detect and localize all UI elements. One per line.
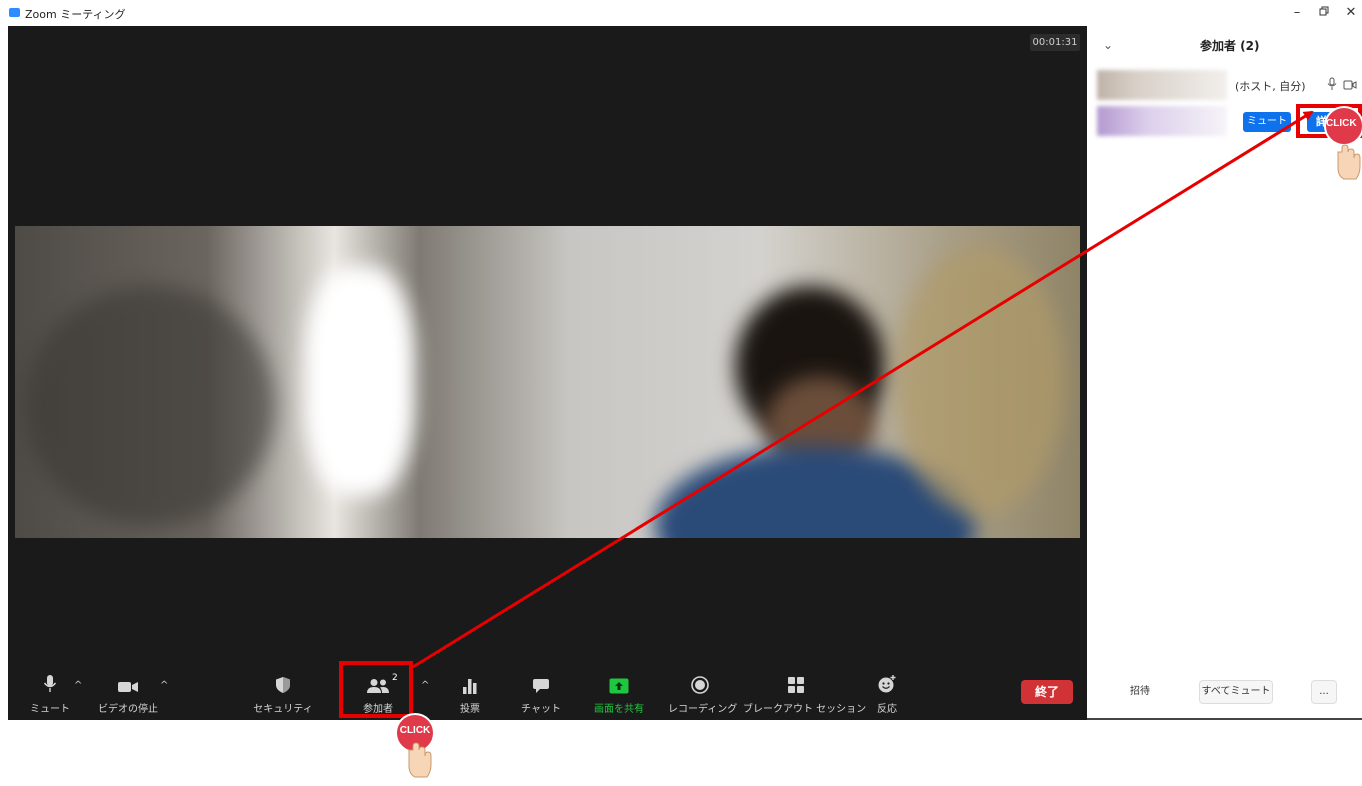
close-button[interactable]: ✕ xyxy=(1336,4,1362,22)
video-feed xyxy=(15,226,1080,538)
meeting-timer: 00:01:31 xyxy=(1030,34,1080,51)
reactions-button[interactable]: 反応 xyxy=(870,670,904,720)
title-bar: Zoom ミーティング – ✕ xyxy=(0,0,1362,26)
restore-button[interactable] xyxy=(1309,4,1339,22)
more-options-button[interactable]: ... xyxy=(1311,680,1337,704)
stop-video-button[interactable]: ビデオの停止 xyxy=(93,670,163,720)
restore-icon xyxy=(1319,6,1329,16)
chat-bubble-icon xyxy=(533,679,549,693)
breakout-rooms-button[interactable]: ブレークアウト セッション xyxy=(743,670,867,720)
chat-button[interactable]: チャット xyxy=(518,670,564,720)
panel-header: ⌄ 参加者 (2) xyxy=(1087,26,1362,64)
grid-icon xyxy=(787,677,804,693)
audio-options-caret-icon[interactable]: ^ xyxy=(74,680,82,691)
stop-video-label: ビデオの停止 xyxy=(98,704,158,715)
participants-options-caret-icon[interactable]: ^ xyxy=(421,680,429,691)
record-label: レコーディング xyxy=(668,704,738,715)
share-screen-icon xyxy=(609,678,629,694)
participant-microphone-icon xyxy=(1327,76,1337,95)
bar-chart-icon xyxy=(463,679,477,694)
reactions-label: 反応 xyxy=(877,704,897,715)
poll-label: 投票 xyxy=(460,704,480,715)
record-icon xyxy=(691,676,709,694)
chat-label: チャット xyxy=(521,704,561,715)
panel-footer: 招待 すべてミュート ... xyxy=(1087,670,1362,720)
window-title: Zoom ミーティング xyxy=(25,8,126,21)
click-hand-badge: CLICK xyxy=(395,712,437,778)
participant-row-host[interactable]: (ホスト, 自分) xyxy=(1095,70,1362,102)
emoji-add-icon xyxy=(878,675,896,693)
collapse-panel-chevron-icon[interactable]: ⌄ xyxy=(1103,38,1113,52)
participant-avatar-blurred xyxy=(1097,70,1227,100)
share-screen-button[interactable]: 画面を共有 xyxy=(588,670,650,720)
mute-button[interactable]: ミュート xyxy=(30,670,70,720)
video-camera-icon xyxy=(118,682,138,692)
meeting-stage: 00:01:31 ミュート ^ ビデオの停止 ^ セキュリティ 2 参加者 ^ … xyxy=(8,26,1087,720)
security-button[interactable]: セキュリティ xyxy=(253,670,313,720)
participant-video-icon xyxy=(1343,76,1357,95)
security-label: セキュリティ xyxy=(253,704,313,715)
invite-button[interactable]: 招待 xyxy=(1117,680,1163,704)
share-screen-label: 画面を共有 xyxy=(594,704,644,715)
record-button[interactable]: レコーディング xyxy=(668,670,738,720)
participants-highlight-box xyxy=(339,661,413,718)
shield-icon xyxy=(276,677,290,693)
participant-role-label: (ホスト, 自分) xyxy=(1235,80,1306,93)
participant-avatar-blurred xyxy=(1097,106,1227,136)
panel-title: 参加者 (2) xyxy=(1200,39,1260,53)
video-options-caret-icon[interactable]: ^ xyxy=(160,680,168,691)
minimize-button[interactable]: – xyxy=(1282,4,1312,22)
mute-all-button[interactable]: すべてミュート xyxy=(1199,680,1273,704)
mute-label: ミュート xyxy=(30,704,70,715)
end-meeting-button[interactable]: 終了 xyxy=(1021,680,1073,704)
click-badge-label: CLICK xyxy=(1326,118,1357,129)
breakout-rooms-label: ブレークアウト セッション xyxy=(743,704,867,715)
click-badge-label: CLICK xyxy=(399,725,431,736)
participant-mute-button[interactable]: ミュート xyxy=(1243,112,1291,132)
poll-button[interactable]: 投票 xyxy=(452,670,488,720)
microphone-icon xyxy=(43,675,57,692)
click-hand-badge: CLICK xyxy=(1324,106,1362,180)
meeting-toolbar: ミュート ^ ビデオの停止 ^ セキュリティ 2 参加者 ^ 投票 チャット 画… xyxy=(8,670,1087,720)
zoom-app-icon xyxy=(9,8,20,17)
